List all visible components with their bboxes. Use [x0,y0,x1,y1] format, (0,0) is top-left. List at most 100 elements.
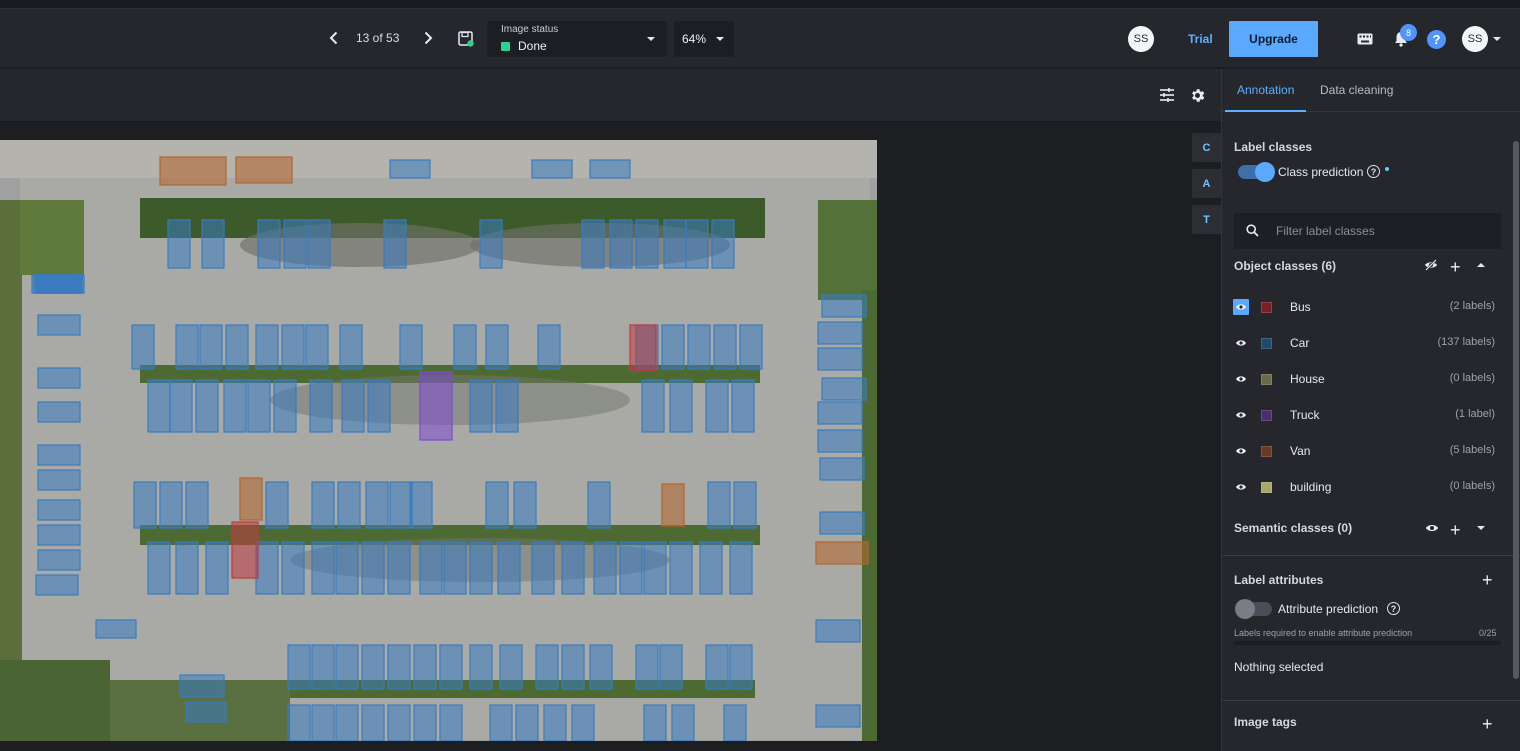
car-annotation-box[interactable] [817,347,863,371]
car-annotation-box[interactable] [817,401,863,425]
car-annotation-box[interactable] [281,324,305,370]
bus-annotation-box[interactable] [231,521,259,579]
car-annotation-box[interactable] [361,644,385,690]
tool-button-c[interactable]: C [1192,133,1221,162]
help-circle-icon[interactable]: ? [1387,602,1400,615]
car-annotation-box[interactable] [443,541,467,595]
van-annotation-box[interactable] [235,156,293,184]
car-annotation-box[interactable] [37,367,81,389]
car-annotation-box[interactable] [159,481,183,529]
car-annotation-box[interactable] [195,379,219,433]
car-annotation-box[interactable] [643,704,667,741]
car-annotation-box[interactable] [265,481,289,529]
car-annotation-box[interactable] [305,324,329,370]
van-annotation-box[interactable] [815,541,869,565]
car-annotation-box[interactable] [205,541,229,595]
car-annotation-box[interactable] [819,511,865,535]
car-annotation-box[interactable] [515,704,539,741]
car-annotation-box[interactable] [723,704,747,741]
car-annotation-box[interactable] [561,541,585,595]
car-annotation-box[interactable] [685,219,709,269]
add-image-tag-icon[interactable]: + [1482,715,1493,733]
car-annotation-box[interactable] [287,644,311,690]
car-annotation-box[interactable] [635,219,659,269]
car-annotation-box[interactable] [35,574,79,596]
car-annotation-box[interactable] [661,324,685,370]
chevron-up-icon[interactable] [1477,263,1485,267]
car-annotation-box[interactable] [413,644,437,690]
car-annotation-box[interactable] [479,219,503,269]
car-annotation-box[interactable] [257,219,281,269]
car-annotation-box[interactable] [671,704,695,741]
car-annotation-box[interactable] [413,704,437,741]
car-annotation-box[interactable] [387,541,411,595]
trial-link[interactable]: Trial [1188,32,1213,46]
eye-icon[interactable] [1233,335,1249,351]
car-annotation-box[interactable] [311,644,335,690]
car-annotation-box[interactable] [705,379,729,433]
car-annotation-box[interactable] [247,379,271,433]
car-annotation-box[interactable] [335,541,359,595]
car-annotation-box[interactable] [821,377,867,401]
car-annotation-box[interactable] [453,324,477,370]
car-annotation-box[interactable] [485,481,509,529]
user-avatar[interactable]: SS [1462,26,1488,52]
car-annotation-box[interactable] [815,619,861,643]
car-annotation-box[interactable] [223,379,247,433]
help-icon[interactable]: ? [1427,30,1446,49]
car-annotation-box[interactable] [609,219,633,269]
car-annotation-box[interactable] [37,469,81,491]
van-annotation-box[interactable] [159,156,227,186]
car-annotation-box[interactable] [581,219,605,269]
canvas-area[interactable]: C A T [0,123,1221,751]
car-annotation-box[interactable] [365,481,389,529]
tab-annotation[interactable]: Annotation [1237,83,1294,97]
car-annotation-box[interactable] [335,644,359,690]
car-annotation-box[interactable] [307,219,331,269]
chevron-right-icon[interactable] [414,24,442,52]
car-annotation-box[interactable] [713,324,737,370]
car-annotation-box[interactable] [311,541,335,595]
car-annotation-box[interactable] [561,644,585,690]
gear-icon[interactable] [1186,84,1208,106]
class-color-swatch[interactable] [1261,374,1272,385]
car-annotation-box[interactable] [589,644,613,690]
car-annotation-box[interactable] [419,541,443,595]
car-annotation-box[interactable] [733,481,757,529]
attribute-prediction-toggle[interactable] [1235,599,1272,619]
sliders-icon[interactable] [1156,84,1178,106]
car-annotation-box[interactable] [531,541,555,595]
car-annotation-box[interactable] [185,481,209,529]
car-annotation-box[interactable] [469,541,493,595]
car-annotation-box[interactable] [731,379,755,433]
class-color-swatch[interactable] [1261,302,1272,313]
car-annotation-box[interactable] [175,324,199,370]
chevron-left-icon[interactable] [320,24,348,52]
zoom-dropdown[interactable]: 64% [674,21,734,57]
car-annotation-box[interactable] [281,541,305,595]
car-annotation-box[interactable] [497,541,521,595]
car-annotation-box[interactable] [729,541,753,595]
class-color-swatch[interactable] [1261,482,1272,493]
car-annotation-box[interactable] [169,379,193,433]
car-annotation-box[interactable] [819,457,865,481]
car-annotation-box[interactable] [283,219,307,269]
object-class-row-bus[interactable]: Bus (2 labels) [1222,289,1520,325]
car-annotation-box[interactable] [817,429,863,453]
car-annotation-box[interactable] [571,704,595,741]
car-annotation-box[interactable] [167,219,191,269]
car-annotation-box[interactable] [643,541,667,595]
car-annotation-box[interactable] [179,674,225,698]
car-annotation-box[interactable] [817,321,863,345]
car-annotation-box[interactable] [255,541,279,595]
car-annotation-box[interactable] [361,704,385,741]
car-annotation-box[interactable] [663,219,687,269]
car-annotation-box[interactable] [821,294,867,318]
car-annotation-box[interactable] [131,324,155,370]
upgrade-button[interactable]: Upgrade [1229,21,1318,57]
car-annotation-box[interactable] [387,704,411,741]
car-annotation-box[interactable] [705,644,729,690]
car-annotation-box[interactable] [37,499,81,521]
eye-slash-icon[interactable] [1424,258,1438,277]
car-annotation-box[interactable] [311,704,335,741]
